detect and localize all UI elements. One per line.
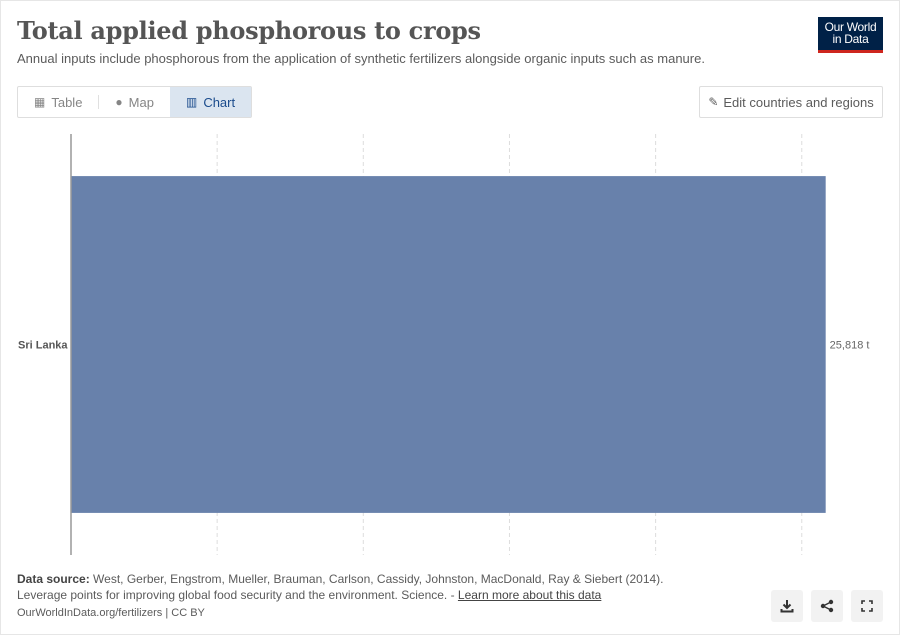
- bar: [71, 176, 826, 513]
- tab-map[interactable]: ● Map: [99, 87, 170, 117]
- category-label: Sri Lanka: [18, 340, 68, 352]
- chart-title: Total applied phosphorous to crops: [17, 16, 481, 45]
- table-icon: ▦: [34, 95, 46, 109]
- source-line-2: Leverage points for improving global foo…: [17, 587, 664, 603]
- learn-more-link[interactable]: Learn more about this data: [458, 588, 601, 602]
- tab-map-label: Map: [128, 94, 154, 110]
- tab-table[interactable]: ▦ Table: [18, 87, 98, 117]
- fullscreen-button[interactable]: [851, 590, 883, 622]
- tab-chart-label: Chart: [203, 94, 236, 110]
- bar-chart: Sri Lanka 25,818 t: [18, 134, 870, 555]
- tab-table-label: Table: [51, 94, 83, 110]
- source-text: West, Gerber, Engstrom, Mueller, Brauman…: [93, 572, 664, 586]
- source-label: Data source:: [17, 572, 90, 586]
- globe-icon: ●: [115, 95, 123, 109]
- owid-logo[interactable]: Our World in Data: [818, 17, 883, 53]
- pencil-icon: ✎: [708, 95, 719, 109]
- edit-countries-button[interactable]: ✎ Edit countries and regions: [699, 86, 883, 118]
- share-button[interactable]: [811, 590, 843, 622]
- value-label: 25,818 t: [830, 340, 870, 352]
- chart-subtitle: Annual inputs include phosphorous from t…: [17, 51, 705, 66]
- source-citation: Leverage points for improving global foo…: [17, 588, 458, 602]
- edit-countries-label: Edit countries and regions: [723, 94, 874, 110]
- chart-icon: ▥: [185, 95, 198, 109]
- view-tabs: ▦ Table ● Map ▥ Chart: [17, 86, 253, 118]
- site-credit: OurWorldInData.org/fertilizers | CC BY: [17, 607, 205, 619]
- share-icon: [820, 599, 834, 613]
- expand-icon: [861, 600, 873, 612]
- source-line: Data source: West, Gerber, Engstrom, Mue…: [17, 571, 664, 587]
- logo-line-2: in Data: [832, 32, 869, 46]
- chart-footer: Data source: West, Gerber, Engstrom, Mue…: [17, 571, 664, 621]
- tab-chart[interactable]: ▥ Chart: [169, 87, 252, 117]
- download-icon: [780, 600, 794, 613]
- download-button[interactable]: [771, 590, 803, 622]
